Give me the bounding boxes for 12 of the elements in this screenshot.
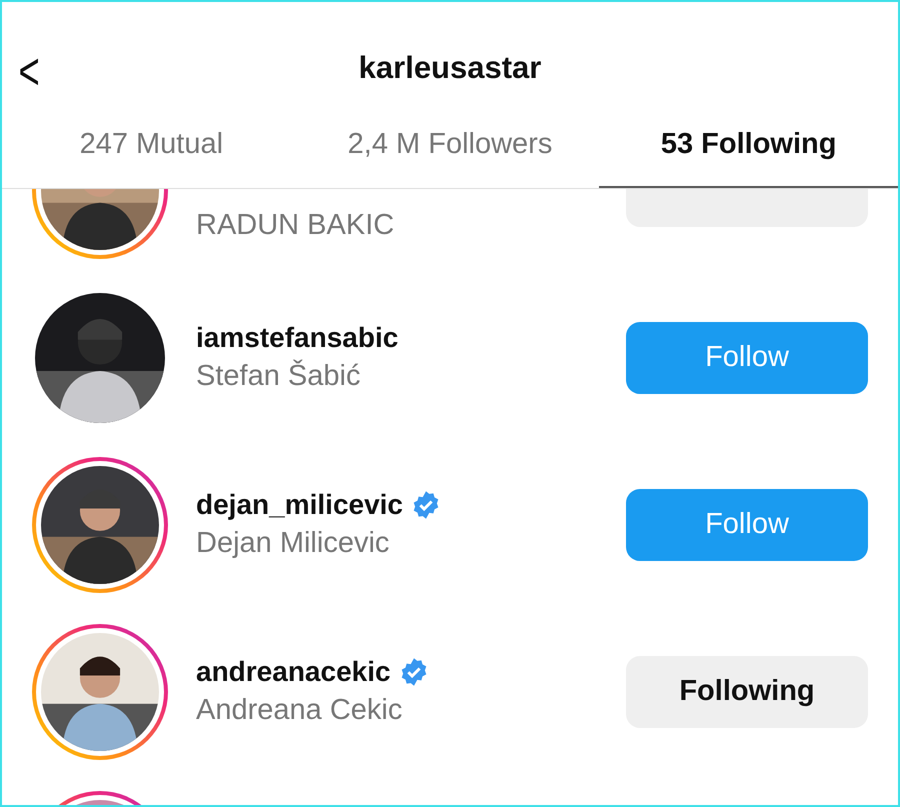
page-title: karleusastar [358, 50, 542, 86]
full-name: Andreana Cekic [196, 694, 404, 727]
username[interactable]: dejan_milicevic [196, 489, 404, 521]
following-button[interactable]: Following [626, 656, 868, 728]
username[interactable]: andreanacekic [196, 656, 391, 688]
back-button[interactable]: < [18, 46, 40, 98]
full-name: RADUN BAKIC [196, 209, 396, 242]
username[interactable]: iamstefansabic [196, 322, 398, 354]
full-name: Stefan Šabić [196, 360, 362, 393]
tab[interactable]: 2,4 M Followers [300, 102, 600, 188]
full-name: Dejan Milicevic [196, 527, 390, 560]
tab[interactable]: 247 Mutual [2, 102, 301, 188]
